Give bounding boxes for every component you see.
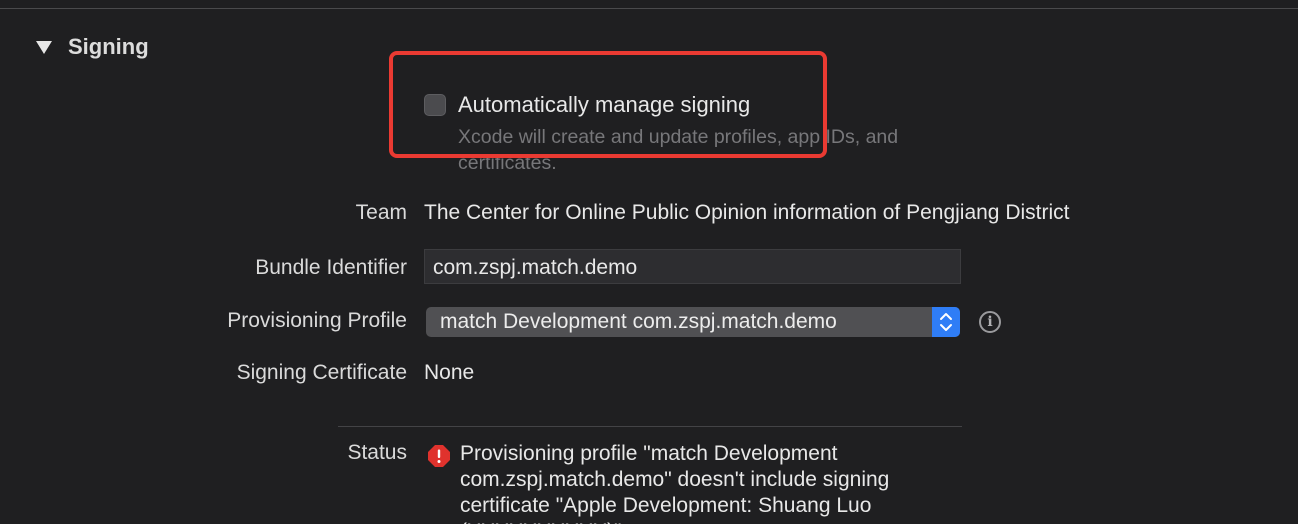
error-octagon-icon <box>428 445 450 467</box>
auto-manage-signing-checkbox[interactable] <box>424 94 446 116</box>
signing-certificate-value: None <box>424 361 475 384</box>
signing-section-header[interactable]: Signing <box>36 34 149 60</box>
bundle-identifier-label: Bundle Identifier <box>255 256 407 279</box>
disclosure-triangle-icon[interactable] <box>36 40 52 54</box>
auto-manage-signing-description: Xcode will create and update profiles, a… <box>458 126 899 174</box>
provisioning-profile-popup[interactable]: match Development com.zspj.match.demo <box>426 307 960 337</box>
signing-settings-panel: Signing Automatically manage signing Xco… <box>0 0 1298 524</box>
status-divider <box>338 426 962 427</box>
status-message: Provisioning profile "match Development … <box>460 442 890 524</box>
info-circle-icon[interactable]: i <box>979 311 1001 333</box>
up-down-chevron-icon[interactable] <box>932 307 960 337</box>
provisioning-profile-label: Provisioning Profile <box>227 309 407 332</box>
section-title: Signing <box>68 34 149 59</box>
team-value: The Center for Online Public Opinion inf… <box>424 201 1070 224</box>
team-label: Team <box>355 201 407 224</box>
bundle-identifier-field[interactable]: com.zspj.match.demo <box>424 249 961 284</box>
top-divider <box>0 8 1298 9</box>
provisioning-profile-selected: match Development com.zspj.match.demo <box>440 310 837 333</box>
status-label: Status <box>347 441 407 464</box>
signing-certificate-label: Signing Certificate <box>236 361 407 384</box>
auto-manage-signing-label[interactable]: Automatically manage signing <box>458 92 750 118</box>
